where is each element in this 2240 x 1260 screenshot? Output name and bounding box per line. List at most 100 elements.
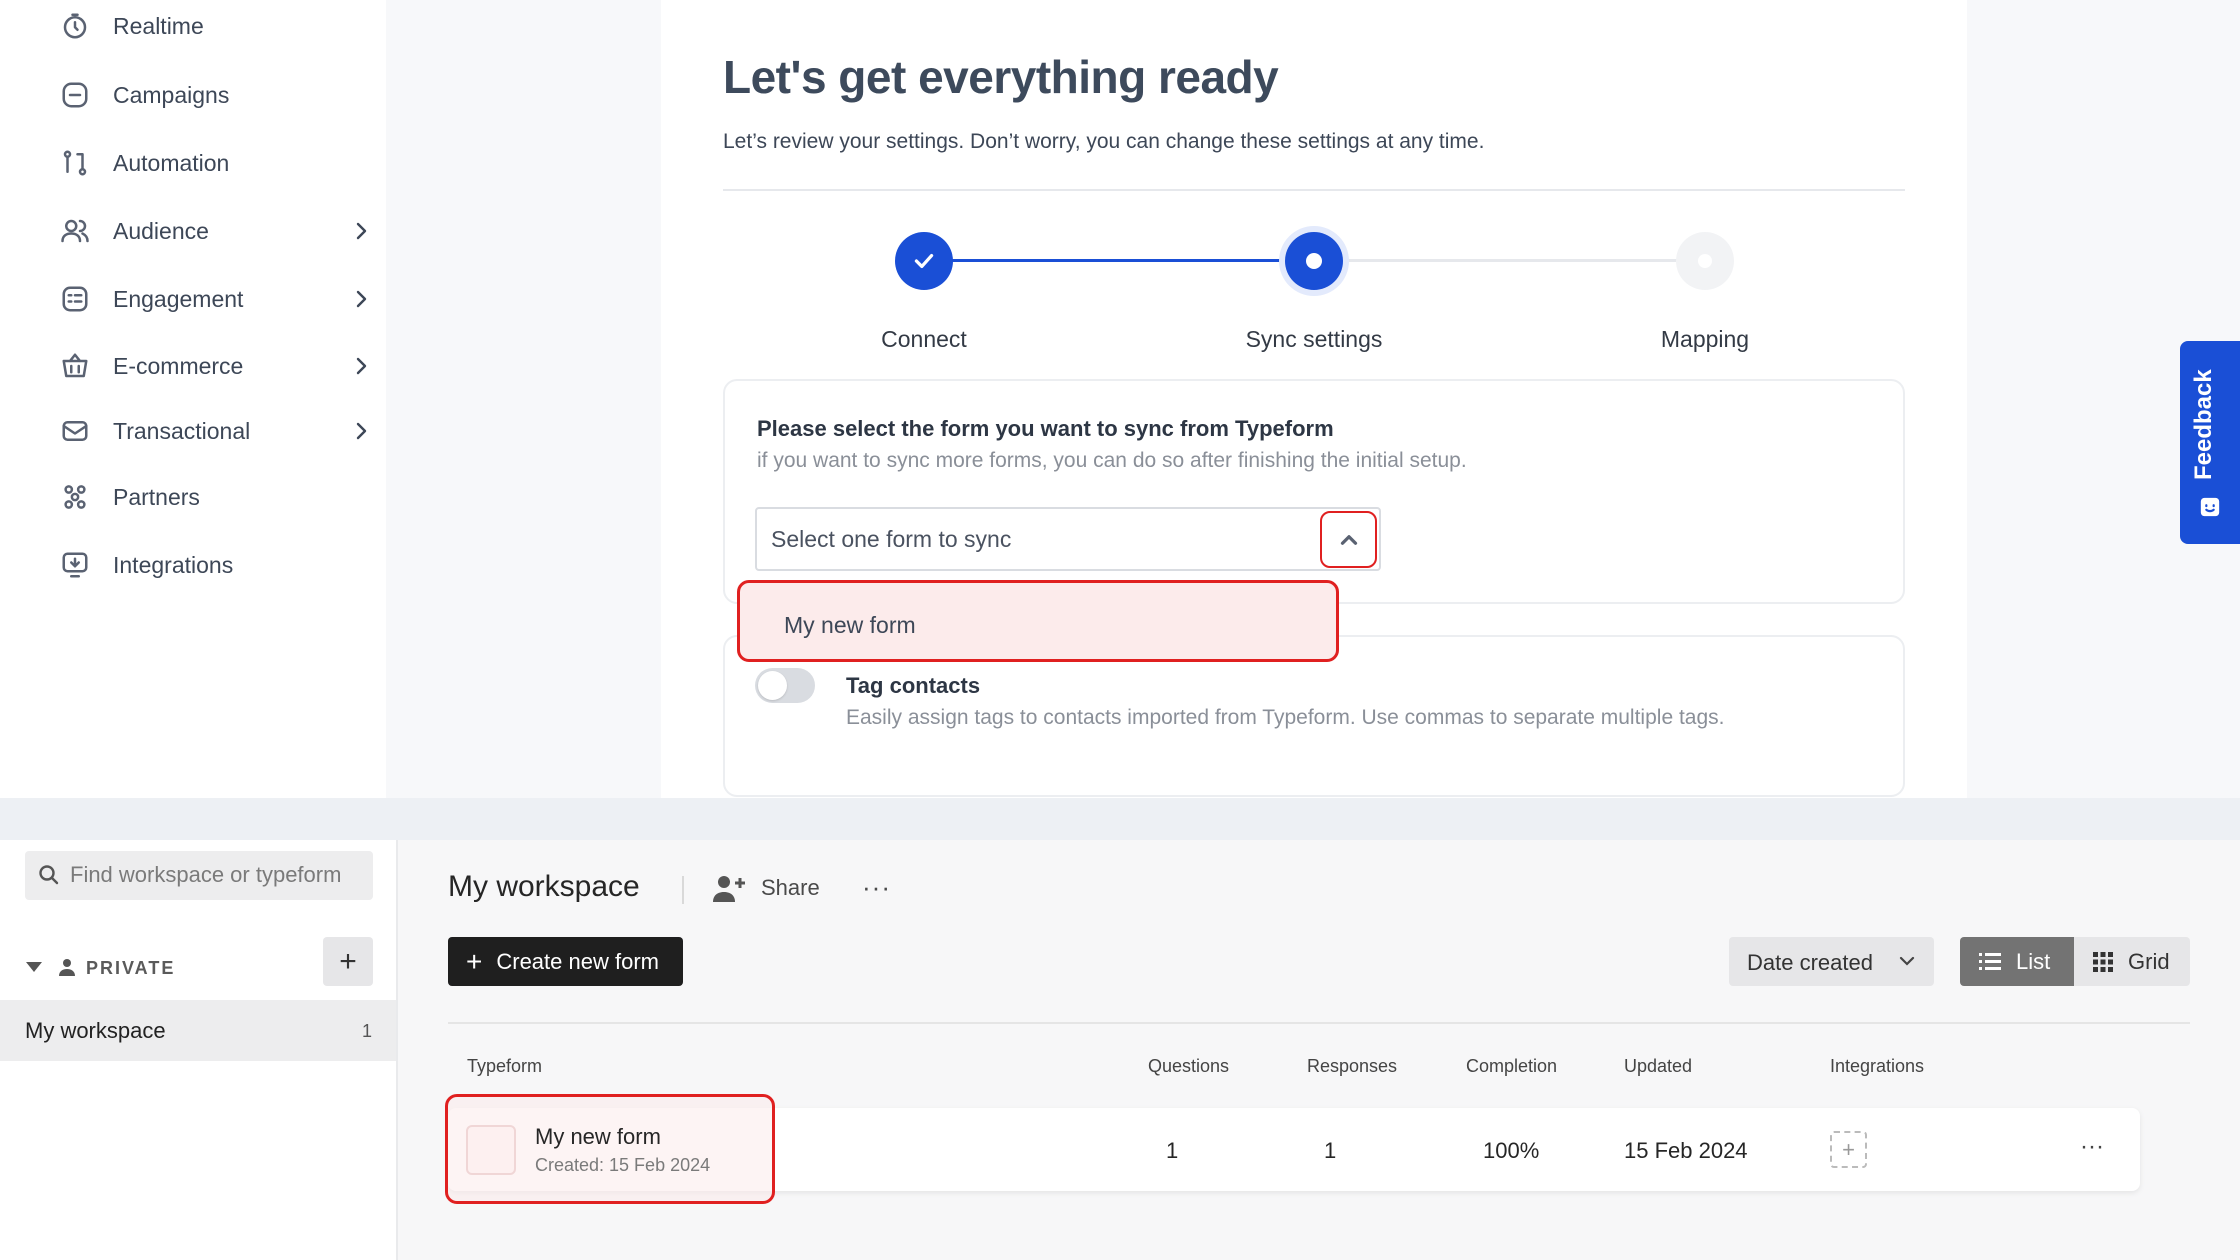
sidebar-item-label: Transactional: [113, 417, 251, 444]
form-completion-rate: 100%: [1483, 1138, 1540, 1163]
user-icon: [59, 959, 75, 976]
sidebar-item-audience[interactable]: Audience: [57, 205, 373, 257]
dropdown-option-my-new-form[interactable]: My new form: [737, 580, 1339, 662]
sidebar-item-label: Audience: [113, 217, 209, 244]
dropdown-option-label: My new form: [784, 612, 916, 638]
workspace-item-label: My workspace: [25, 1018, 166, 1043]
chevron-up-icon[interactable]: [1320, 511, 1377, 568]
column-header-updated[interactable]: Updated: [1624, 1056, 1692, 1077]
stepper-line-complete: [924, 259, 1289, 262]
view-list-label: List: [2016, 948, 2051, 974]
sidebar-item-integrations[interactable]: Integrations: [57, 539, 373, 591]
pending-dot-icon: [1698, 254, 1712, 268]
view-grid-button[interactable]: Grid: [2074, 937, 2190, 986]
divider: [448, 1022, 2190, 1024]
form-updated-date: 15 Feb 2024: [1624, 1138, 1748, 1163]
add-workspace-button[interactable]: +: [323, 937, 373, 986]
private-section-label: PRIVATE: [86, 958, 176, 978]
audience-icon: [57, 213, 93, 249]
step-label-mapping: Mapping: [1660, 326, 1750, 352]
create-new-form-button[interactable]: + Create new form: [448, 937, 683, 986]
sidebar-item-automation[interactable]: Automation: [57, 137, 373, 189]
form-select-help: if you want to sync more forms, you can …: [757, 449, 1467, 472]
step-label-sync-settings: Sync settings: [1245, 326, 1383, 352]
sidebar-item-realtime[interactable]: Realtime: [57, 0, 373, 52]
chevron-right-icon: [349, 419, 373, 443]
basket-icon: [57, 348, 93, 384]
sidebar-nav: Realtime Campaigns Automation Audience E…: [0, 0, 386, 798]
workspace-item-count: 1: [362, 1021, 373, 1041]
smiley-icon: [2200, 497, 2220, 517]
column-header-typeform[interactable]: Typeform: [467, 1056, 542, 1077]
engagement-icon: [57, 281, 93, 317]
toggle-knob: [758, 671, 787, 700]
tag-contacts-title: Tag contacts: [846, 673, 981, 698]
page-title: Let's get everything ready: [723, 51, 1279, 103]
sidebar-item-transactional[interactable]: Transactional: [57, 405, 373, 457]
sidebar-item-label: Campaigns: [113, 81, 230, 108]
column-header-completion[interactable]: Completion: [1466, 1056, 1557, 1077]
add-user-icon[interactable]: [712, 874, 748, 902]
integration-setup-panel: Realtime Campaigns Automation Audience E…: [0, 0, 2240, 798]
divider: [723, 189, 1905, 191]
active-dot-icon: [1306, 253, 1322, 269]
step-sync-settings[interactable]: [1285, 232, 1343, 290]
sidebar-item-campaigns[interactable]: Campaigns: [57, 69, 373, 121]
envelope-icon: [57, 413, 93, 449]
sort-label: Date created: [1747, 950, 1873, 975]
more-options-icon[interactable]: ···: [862, 872, 891, 903]
stepper-line-pending: [1315, 259, 1680, 262]
view-list-button[interactable]: List: [1960, 937, 2074, 986]
step-label-connect: Connect: [881, 326, 967, 352]
sidebar-item-label: Automation: [113, 149, 230, 176]
divider: [682, 876, 684, 904]
workspace-title: My workspace: [448, 870, 640, 903]
chevron-right-icon: [349, 287, 373, 311]
campaigns-icon: [57, 77, 93, 113]
sidebar-item-engagement[interactable]: Engagement: [57, 273, 373, 325]
share-button[interactable]: Share: [761, 875, 820, 901]
sidebar-item-label: E-commerce: [113, 352, 244, 379]
chevron-right-icon: [349, 219, 373, 243]
sidebar-item-label: Engagement: [113, 285, 244, 312]
form-responses-count: 1: [1324, 1138, 1337, 1163]
sidebar-item-partners[interactable]: Partners: [57, 471, 373, 523]
column-header-responses[interactable]: Responses: [1307, 1056, 1397, 1077]
sidebar-item-ecommerce[interactable]: E-commerce: [57, 340, 373, 392]
workspace-search-placeholder: Find workspace or typeform: [70, 862, 342, 887]
add-integration-icon[interactable]: +: [1830, 1131, 1867, 1168]
form-thumbnail[interactable]: [466, 1125, 516, 1175]
chevron-right-icon: [349, 354, 373, 378]
form-select-title: Please select the form you want to sync …: [757, 416, 1334, 441]
sort-dropdown[interactable]: Date created: [1729, 937, 1934, 986]
form-select-placeholder: Select one form to sync: [771, 526, 1012, 552]
tag-contacts-toggle[interactable]: [755, 668, 815, 703]
form-name[interactable]: My new form: [535, 1124, 661, 1150]
sidebar-item-label: Integrations: [113, 551, 234, 578]
integrations-icon: [57, 547, 93, 583]
column-header-integrations: Integrations: [1830, 1056, 1925, 1076]
view-grid-label: Grid: [2128, 948, 2170, 974]
grid-icon: [2093, 951, 2113, 972]
feedback-label: Feedback: [2190, 369, 2217, 480]
list-icon: [1979, 952, 2001, 970]
create-new-form-label: Create new form: [496, 948, 659, 974]
check-icon: [914, 253, 934, 269]
sidebar-item-label: Partners: [113, 483, 200, 510]
form-questions-count: 1: [1166, 1138, 1179, 1163]
partners-icon: [57, 479, 93, 515]
caret-down-icon[interactable]: [25, 960, 43, 974]
stopwatch-icon: [57, 8, 93, 44]
column-header-questions[interactable]: Questions: [1148, 1056, 1229, 1077]
panel-separator: [0, 798, 2240, 840]
step-connect[interactable]: [895, 232, 953, 290]
chevron-down-icon: [1899, 956, 1915, 966]
automation-icon: [57, 145, 93, 181]
setup-card: Let's get everything ready Let’s review …: [661, 0, 1967, 798]
page-subtitle: Let’s review your settings. Don’t worry,…: [723, 130, 1485, 153]
plus-icon: +: [466, 945, 483, 977]
tag-contacts-description: Easily assign tags to contacts imported …: [846, 706, 1725, 729]
row-more-options-icon[interactable]: ···: [2080, 1133, 2104, 1161]
search-icon: [37, 863, 61, 887]
step-mapping[interactable]: [1676, 232, 1734, 290]
